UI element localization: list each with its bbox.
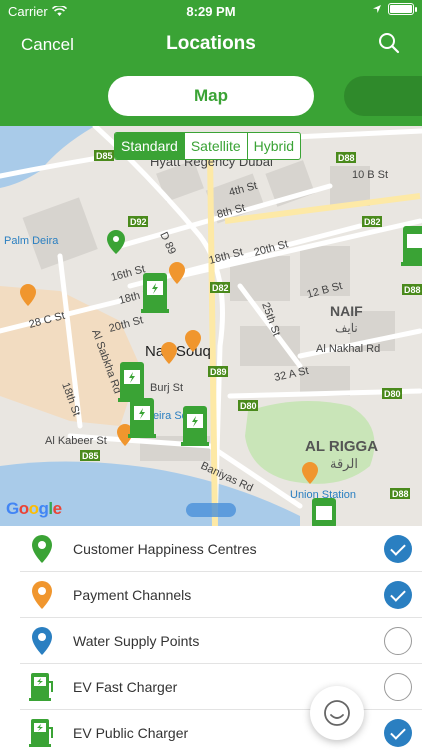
ev-charger-icon [29, 673, 53, 701]
status-right [372, 3, 417, 15]
map-tab[interactable]: Map [108, 76, 314, 116]
battery-icon [388, 3, 417, 15]
naif-souq-label: Naif Souq [145, 343, 211, 360]
location-arrow-icon [373, 5, 381, 13]
street-10b: 10 B St [352, 169, 388, 181]
street-al-nakhal: Al Nakhal Rd [316, 343, 380, 355]
green-pin-icon [32, 535, 52, 563]
creek-water-north [0, 126, 95, 188]
naif-label: NAIF [330, 303, 363, 319]
shield-d89: D89 [210, 367, 227, 377]
checkbox-ev-public-charger[interactable] [384, 719, 412, 747]
al-rigga-label: AL RIGGA [305, 438, 378, 455]
legend-row-water-supply[interactable]: Water Supply Points [20, 618, 422, 664]
status-bar: Carrier 8:29 PM [0, 0, 422, 22]
orange-pin-icon [32, 581, 52, 609]
map-type-satellite[interactable]: Satellite [185, 133, 248, 159]
legend-label: EV Public Charger [73, 725, 189, 741]
map-type-standard[interactable]: Standard [115, 133, 185, 159]
legend-label: EV Fast Charger [73, 679, 178, 695]
legend-label: Customer Happiness Centres [73, 541, 257, 557]
locations-screen: Carrier 8:29 PM Cancel Locations Map D85… [0, 0, 422, 750]
checkbox-payment-channels[interactable] [384, 581, 412, 609]
shield-d80a: D80 [240, 401, 257, 411]
shield-d82b: D82 [212, 283, 229, 293]
map-type-hybrid[interactable]: Hybrid [248, 133, 300, 159]
blue-pin-icon [32, 627, 52, 655]
shield-d92: D92 [130, 217, 147, 227]
street-burj: Burj St [150, 382, 183, 394]
top-bar: Carrier 8:29 PM Cancel Locations Map [0, 0, 422, 126]
street-al-kabeer: Al Kabeer St [45, 435, 107, 447]
google-logo: Google [6, 499, 62, 518]
shield-d85a: D85 [96, 151, 113, 161]
list-tab[interactable] [344, 76, 422, 116]
search-button[interactable] [378, 32, 402, 56]
legend-label: Water Supply Points [73, 633, 200, 649]
shield-d88d: D88 [392, 489, 409, 499]
al-rigga-arabic-label: الرقة [330, 456, 358, 472]
street-20th-b: 20th St [108, 314, 145, 335]
street-d89: D 89 [157, 230, 178, 256]
legend-row-customer-happiness[interactable]: Customer Happiness Centres [20, 526, 422, 572]
shield-d82a: D82 [364, 217, 381, 227]
shield-d88b: D88 [404, 285, 421, 295]
shield-d80b: D80 [384, 389, 401, 399]
smiley-icon [324, 700, 350, 726]
shield-d85b: D85 [82, 451, 99, 461]
status-time: 8:29 PM [186, 4, 236, 19]
ev-charger-icon [29, 719, 53, 747]
map-view[interactable]: D85 D88 D92 D82 D82 D88 D89 D80 D80 D85 [0, 126, 422, 526]
legend-label: Payment Channels [73, 587, 192, 603]
map-green-pin-icon[interactable] [107, 230, 125, 254]
palm-deira-label: Palm Deira [4, 235, 59, 247]
checkbox-customer-happiness[interactable] [384, 535, 412, 563]
naif-arabic-label: نايف [335, 321, 358, 335]
legend-row-payment-channels[interactable]: Payment Channels [20, 572, 422, 618]
checkbox-ev-fast-charger[interactable] [384, 673, 412, 701]
search-icon [379, 33, 400, 54]
shield-d88a: D88 [338, 153, 355, 163]
sheet-drag-handle[interactable] [186, 503, 236, 517]
map-type-selector: Standard Satellite Hybrid [114, 132, 302, 160]
chat-assistant-button[interactable] [310, 686, 364, 740]
page-title: Locations [166, 33, 256, 54]
map-canvas: D85 D88 D92 D82 D82 D88 D89 D80 D80 D85 [0, 126, 422, 526]
checkbox-water-supply[interactable] [384, 627, 412, 655]
